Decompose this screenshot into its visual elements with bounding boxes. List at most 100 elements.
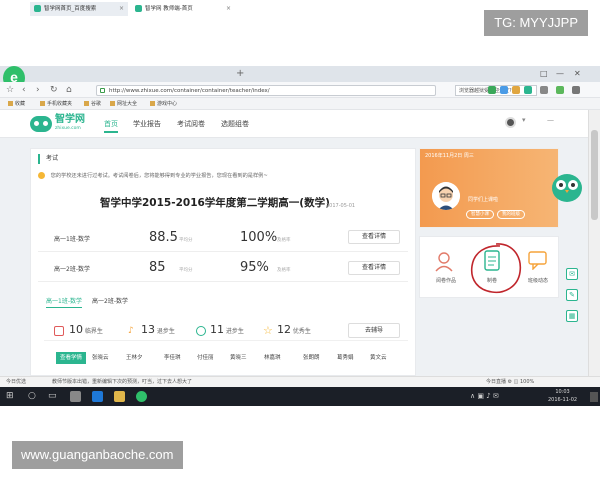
windows-start-icon[interactable]: ⊞ [6,387,14,406]
stat-excellent[interactable]: 12 优秀生 [277,322,311,340]
teacher-avatar [432,182,460,210]
nav-report[interactable]: 学业报告 [133,117,161,131]
chat-icon[interactable] [527,250,549,270]
student-chip[interactable]: 李佳琪 [164,352,181,364]
taskbar-clock[interactable]: 10:03 2016-11-02 [548,388,577,404]
student-chip[interactable]: 王林夕 [126,352,143,364]
subtab-class1[interactable]: 高一1班-数学 [46,297,82,308]
extension-icon[interactable] [524,86,532,94]
rate-label: 及格率 [277,268,291,273]
owl-mascot-icon [552,174,582,202]
star-icon: ☆ [263,324,273,337]
site-header [0,110,588,138]
section-title: 考试 [38,154,58,164]
home-icon[interactable]: ⌂ [66,82,72,98]
info-icon [38,172,45,179]
tray-icons[interactable]: ∧ ▣ ♪ ✉ [470,387,499,406]
close-window-button[interactable]: ✕ [574,66,581,82]
extension-icon[interactable] [512,86,520,94]
close-icon[interactable]: × [226,2,231,16]
notification-icon[interactable] [590,392,598,402]
extension-icon[interactable] [488,86,496,94]
tab-label: 智学网首页_百度搜索 [44,6,97,12]
class-label: 高一2班-数学 [54,266,90,273]
browser-tab-zhixue[interactable]: 智学网 教师端-首页 × [131,2,235,16]
stat-regress[interactable]: 13 退步生 [141,322,175,340]
bookmark-item[interactable]: 手机收藏夹 [40,98,72,110]
avg-label: 平均分 [179,268,193,273]
student-chip[interactable]: 黄晓三 [230,352,247,364]
browser-status-bar: 今日优选 教师节版本出错，重新编辑下次的预测，叮当，过下去人想大了 今日直播 ⚙… [0,376,600,387]
quick-link-label[interactable]: 班级动态 [520,278,556,285]
student-chip[interactable]: 林嘉琪 [264,352,281,364]
browser-tab-baidu[interactable]: 智学网首页_百度搜索 × [30,2,128,16]
search-icon[interactable]: ○ [28,387,36,406]
refresh-icon[interactable]: ↻ [50,82,58,98]
user-icon[interactable] [434,250,456,272]
clock-date: 2016-11-02 [548,397,578,403]
edit-icon[interactable]: ✎ [566,289,578,301]
new-tab-button[interactable]: + [236,66,244,82]
shield-icon[interactable] [556,86,564,94]
chevron-down-icon[interactable]: ▾ [522,116,526,124]
tab-favicon-icon [135,5,142,12]
stat-progress[interactable]: 11 进步生 [210,322,244,340]
url-input[interactable]: http://www.zhixue.com/container/containe… [96,85,436,96]
more-icon[interactable] [572,86,580,94]
report-date: 2017-05-01 [326,203,356,209]
subtab-class2[interactable]: 高一2班-数学 [92,297,128,307]
watermark-top: TG: MYYJJPP [484,10,588,36]
nav-paper[interactable]: 选题组卷 [221,117,249,131]
view-detail-button[interactable]: 查看详情 [348,230,400,244]
my-class-button[interactable]: 我的班级 [497,210,525,219]
status-left[interactable]: 今日优选 [6,377,26,387]
avatar[interactable] [505,117,516,128]
menu-icon[interactable] [540,86,548,94]
browser-taskbar-icon[interactable] [136,391,147,402]
student-chip[interactable]: 张晓云 [92,352,109,364]
store-icon[interactable] [70,391,81,402]
bookmark-item[interactable]: 收藏 [8,98,25,110]
owl-logo-icon[interactable] [30,116,52,132]
student-chip[interactable]: 张朗朗 [303,352,320,364]
task-view-icon[interactable]: ▭ [48,387,57,406]
close-icon[interactable]: × [119,2,124,16]
clock-time: 10:03 [555,389,570,395]
forward-icon[interactable]: › [36,82,40,98]
student-chip[interactable]: 黄文云 [370,352,387,364]
scrollbar-thumb[interactable] [591,130,598,220]
lock-icon [100,88,105,93]
student-chip[interactable]: 查看学情 [56,352,87,364]
bookmark-star-icon[interactable]: ☆ [6,82,14,98]
edge-icon[interactable] [92,391,103,402]
url-text: http://www.zhixue.com/container/containe… [109,88,270,94]
quick-link-label[interactable]: 阅卷作品 [428,278,464,285]
back-icon[interactable]: ‹ [22,82,26,98]
site-logo-name[interactable]: 智学网 [55,114,85,126]
message-icon[interactable]: ✉ [566,268,578,280]
bookmark-item[interactable]: 谷歌 [84,98,101,110]
status-news[interactable]: 教师节版本出错，重新编辑下次的预测，叮当，过下去人想大了 [52,377,192,387]
status-right[interactable]: 今日直播 ⚙ ◫ 100% [486,377,534,387]
stat-critical[interactable]: 10 临界生 [69,322,103,340]
folder-icon[interactable] [114,391,125,402]
card-date: 2016年11月2日 周三 [425,153,474,159]
qr-code-icon[interactable]: ▦ [566,310,578,322]
nav-exam[interactable]: 考试阅卷 [177,117,205,131]
red-circle-annotation [470,243,522,294]
view-detail-button[interactable]: 查看详情 [348,261,400,275]
avg-score: 85 [149,260,166,275]
student-chip[interactable]: 葛秀娟 [337,352,354,364]
restore-button[interactable]: □ [540,66,548,82]
site-logo-domain: zhixue.com [55,126,81,131]
tutor-button[interactable]: 去辅导 [348,323,400,338]
extension-icon[interactable] [500,86,508,94]
scrollbar[interactable] [588,110,600,376]
smart-class-button[interactable]: 智慧小课 [466,210,494,219]
bookmark-item[interactable]: 游戏中心 [150,98,177,110]
nav-home[interactable]: 首页 [104,117,118,133]
student-chip[interactable]: 付佳丽 [197,352,214,364]
bookmark-item[interactable]: 网址大全 [110,98,137,110]
minimize-button[interactable]: — [556,66,564,82]
user-menu-dash[interactable]: — [547,116,554,124]
